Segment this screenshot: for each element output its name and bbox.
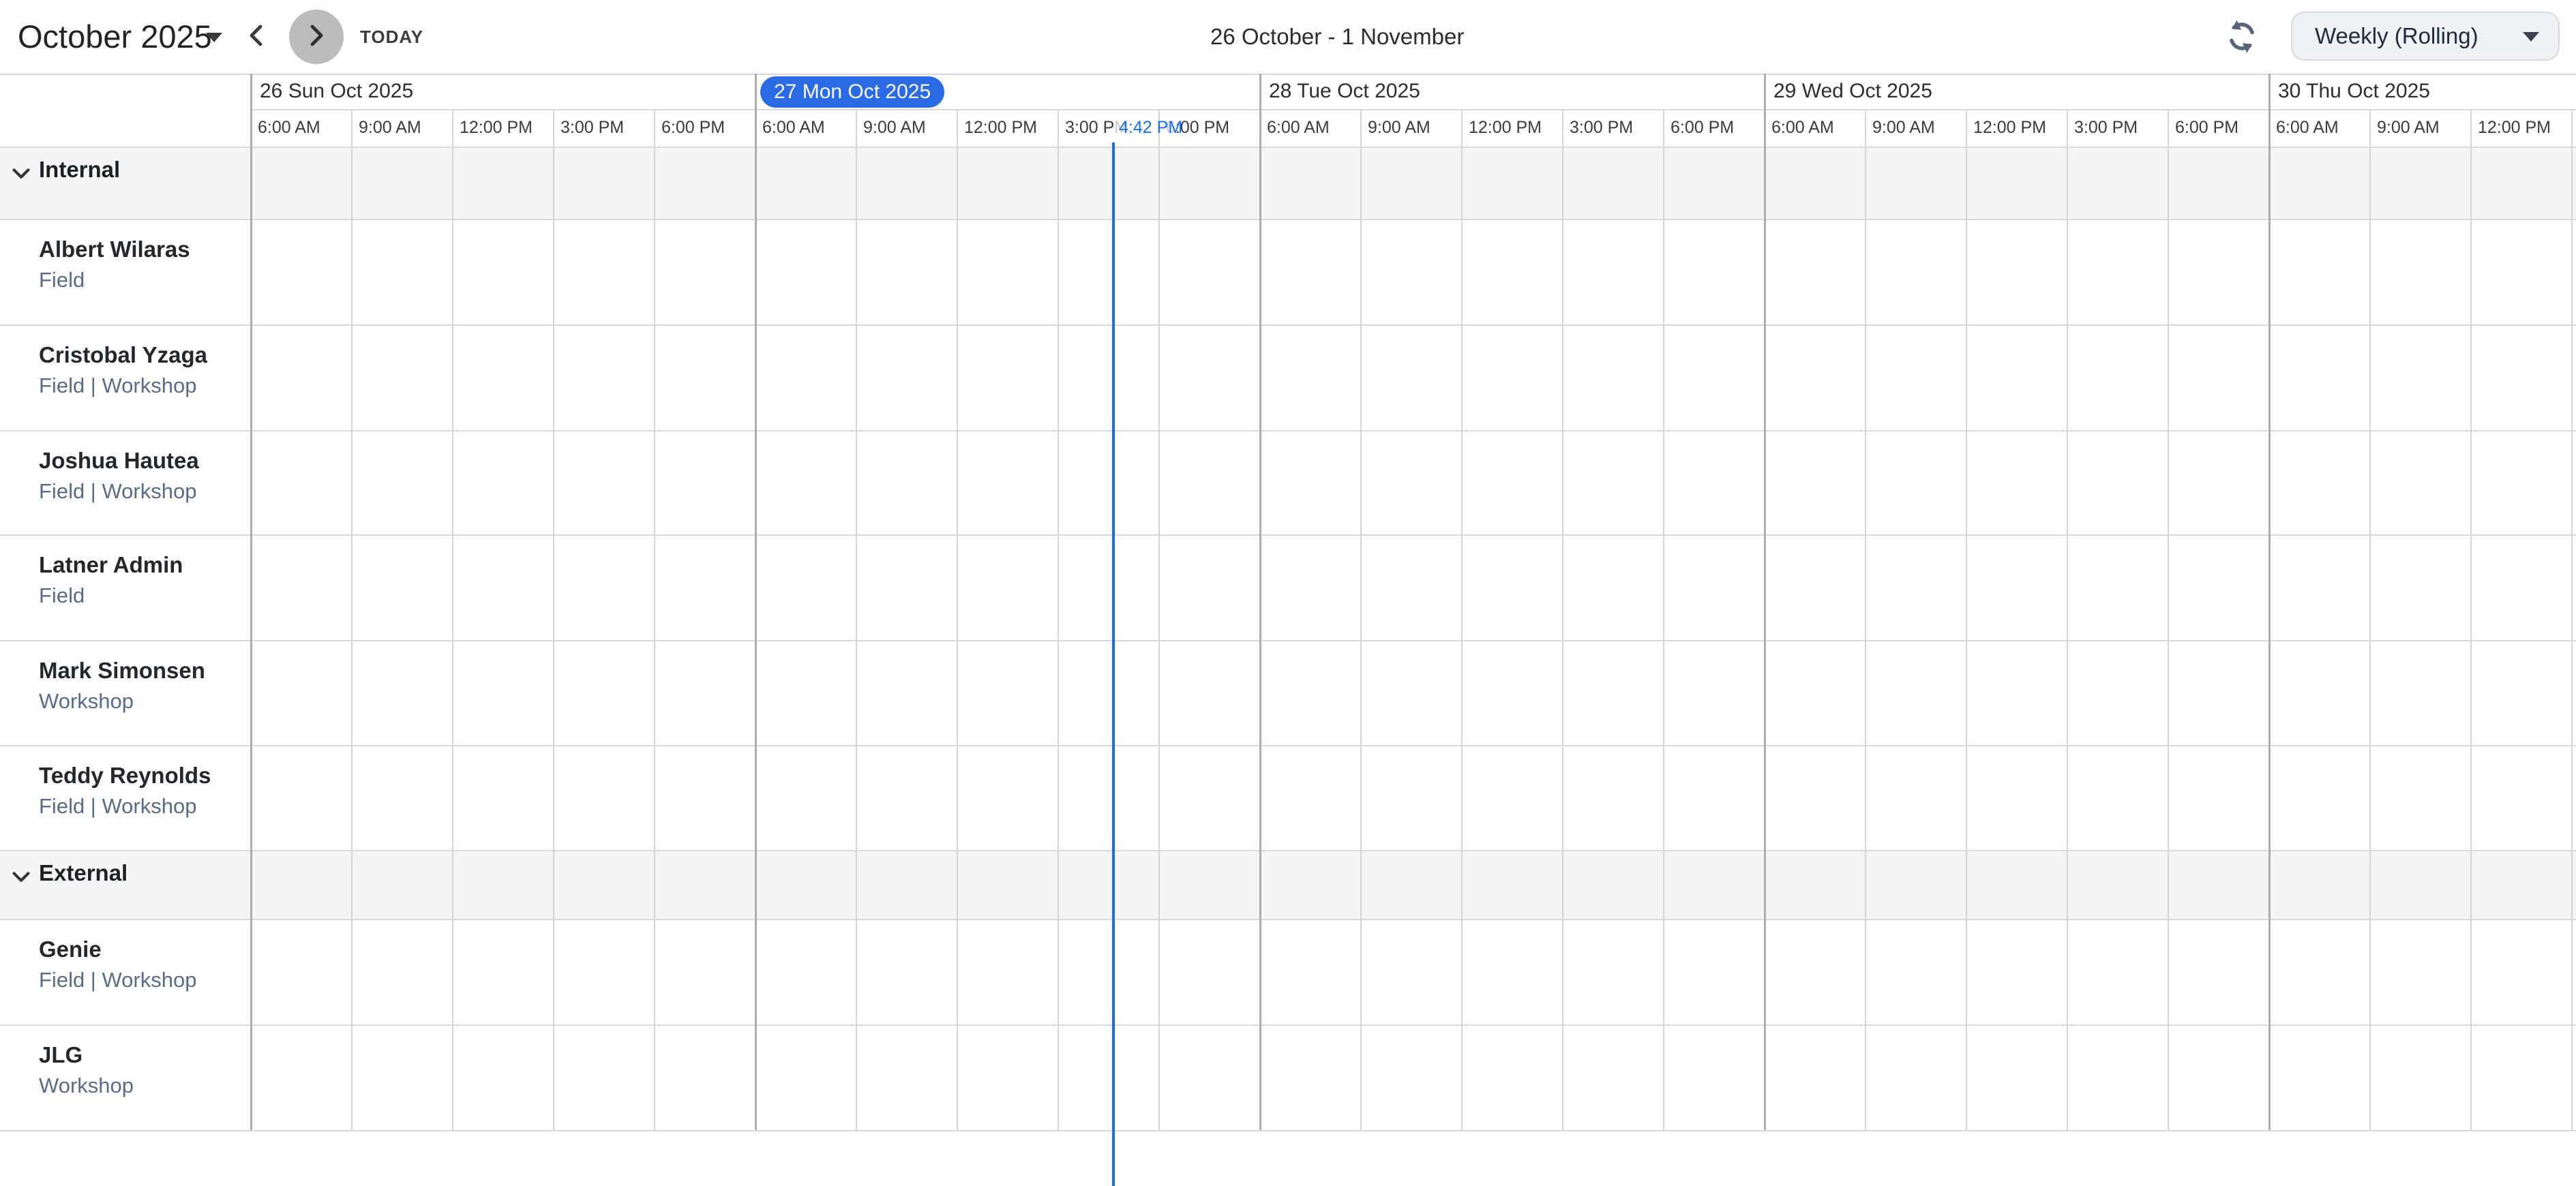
time-slot-label: 6:00 AM (762, 109, 825, 147)
time-slot-label: 6:00 PM (1671, 109, 1734, 147)
grid-line (0, 1130, 2576, 1131)
current-time-line (1112, 142, 1115, 1186)
prev-week-button[interactable] (229, 10, 284, 64)
time-slot-label: 9:00 AM (359, 109, 421, 147)
resource-name: Mark Simonsen (39, 655, 205, 686)
group-row-internal[interactable] (0, 147, 2576, 219)
time-slot-text: 3:00 P (1065, 118, 1114, 137)
resource-name: Joshua Hautea (39, 445, 199, 476)
schedule-lane[interactable] (250, 919, 2576, 1024)
resource-cell: Joshua Hautea Field | Workshop (39, 445, 199, 506)
time-slot-label: 12:00 PM (1973, 109, 2046, 147)
current-time-label: 4:42 PM (1119, 109, 1182, 147)
collapse-chevron-internal[interactable] (8, 161, 34, 190)
day-header[interactable]: 30 Thu Oct 2025 (2268, 74, 2430, 109)
chevron-down-icon (8, 881, 34, 893)
time-slot-label: 9:00 AM (1872, 109, 1935, 147)
resource-name: Albert Wilaras (39, 234, 190, 265)
group-label-external: External (39, 860, 128, 886)
day-header[interactable]: 26 Sun Oct 2025 (250, 74, 413, 109)
today-button[interactable]: TODAY (360, 0, 423, 74)
time-slot-label: 9:00 AM (2377, 109, 2440, 147)
schedule-lane[interactable] (250, 534, 2576, 640)
resource-name: Latner Admin (39, 549, 183, 581)
time-slot-label: 6:00 AM (1771, 109, 1834, 147)
time-slot-label: 6:00 AM (1267, 109, 1330, 147)
resource-roles: Field | Workshop (39, 371, 207, 401)
day-header[interactable]: 29 Wed Oct 2025 (1764, 74, 1932, 109)
time-slot-label: 3:00 PM (1570, 109, 1633, 147)
chevron-down-icon (8, 178, 34, 189)
refresh-icon (2224, 47, 2260, 59)
resource-name: Cristobal Yzaga (39, 339, 207, 371)
refresh-button[interactable] (2224, 18, 2262, 56)
grid-line (0, 74, 2576, 75)
view-selector-value: Weekly (Rolling) (2315, 13, 2478, 59)
month-caret-icon (206, 33, 222, 42)
resource-cell: Teddy Reynolds Field | Workshop (39, 760, 211, 821)
schedule-lane[interactable] (250, 640, 2576, 745)
day-header-selected[interactable]: 27 Mon Oct 2025 (760, 76, 944, 108)
grid-line (250, 109, 2576, 110)
time-slot-label: 6:00 AM (258, 109, 320, 147)
time-slot-label: 12:00 PM (964, 109, 1037, 147)
view-selector-dropdown[interactable]: Weekly (Rolling) (2291, 12, 2560, 61)
schedule-lane[interactable] (250, 745, 2576, 850)
chevron-left-icon (245, 22, 268, 52)
grid-line (0, 147, 2576, 148)
day-header[interactable]: 28 Tue Oct 2025 (1259, 74, 1420, 109)
resource-roles: Workshop (39, 1071, 134, 1101)
time-slot-label: 6:00 AM (2276, 109, 2339, 147)
time-slot-label: 3:00 PM (560, 109, 624, 147)
resource-cell: Cristobal Yzaga Field | Workshop (39, 339, 207, 401)
resource-roles: Field | Workshop (39, 965, 196, 995)
time-slot-label: 6:00 PM (2175, 109, 2238, 147)
resource-cell: JLG Workshop (39, 1039, 134, 1101)
resource-cell: Mark Simonsen Workshop (39, 655, 205, 716)
schedule-lane[interactable] (250, 324, 2576, 430)
toolbar: October 2025 TODAY 26 October - 1 Novemb… (0, 0, 2576, 74)
time-slot-label: 12:00 PM (2478, 109, 2551, 147)
collapse-chevron-external[interactable] (8, 864, 34, 894)
time-slot-text: :00 PM (1175, 118, 1229, 137)
resource-roles: Field | Workshop (39, 476, 199, 506)
next-week-button[interactable] (289, 10, 344, 64)
grid-line (0, 850, 2576, 851)
time-slot-label: 9:00 AM (1368, 109, 1431, 147)
month-selector[interactable]: October 2025 (18, 0, 212, 74)
resource-cell: Latner Admin Field (39, 549, 183, 611)
schedule-lane[interactable] (250, 1024, 2576, 1130)
group-row-external[interactable] (0, 850, 2576, 919)
time-slot-label: 3:00 PM (2074, 109, 2138, 147)
resource-roles: Field | Workshop (39, 791, 211, 821)
resource-name: Genie (39, 934, 196, 965)
schedule-lane[interactable] (250, 219, 2576, 324)
time-slot-label: 6:00 PM (661, 109, 725, 147)
time-slot-label: 9:00 AM (863, 109, 926, 147)
schedule-lane[interactable] (250, 430, 2576, 534)
resource-roles: Field (39, 265, 190, 295)
resource-cell: Albert Wilaras Field (39, 234, 190, 295)
time-slot-label: 12:00 PM (1469, 109, 1542, 147)
group-label-internal: Internal (39, 157, 120, 183)
chevron-right-icon (305, 22, 328, 52)
date-range-title: 26 October - 1 November (1210, 0, 1464, 74)
resource-name: JLG (39, 1039, 134, 1071)
resource-roles: Field (39, 581, 183, 611)
resource-roles: Workshop (39, 686, 205, 716)
resource-name: Teddy Reynolds (39, 760, 211, 791)
dropdown-caret-icon (2523, 32, 2539, 42)
resource-cell: Genie Field | Workshop (39, 934, 196, 995)
time-slot-label: 12:00 PM (460, 109, 533, 147)
scheduler-app: October 2025 TODAY 26 October - 1 Novemb… (0, 0, 2576, 1186)
